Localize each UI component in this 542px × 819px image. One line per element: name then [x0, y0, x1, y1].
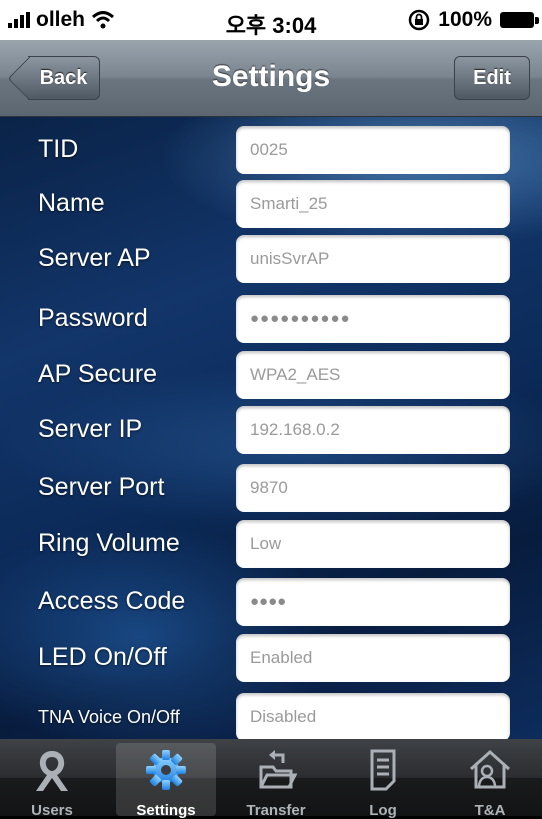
server-ip-label: Server IP	[38, 415, 143, 443]
server-port-field[interactable]: 9870	[236, 464, 510, 512]
setting-row-password: Password ●●●●●●●●●●	[0, 294, 542, 344]
gear-icon	[146, 750, 186, 790]
access-code-label: Access Code	[38, 587, 186, 615]
tab-users[interactable]: Users	[2, 743, 102, 819]
tid-field[interactable]: 0025	[236, 126, 510, 174]
status-bar: olleh 오후 3:04 100%	[0, 0, 542, 40]
tab-users-label: Users	[31, 802, 73, 819]
tab-bar: Users Settings Transfer Log T&A	[0, 739, 542, 819]
tab-log[interactable]: Log	[333, 743, 433, 819]
rotation-lock-icon	[409, 9, 430, 31]
server-port-label: Server Port	[38, 473, 165, 501]
status-right: 100%	[408, 8, 539, 32]
setting-row-ring-volume: Ring Volume Low	[0, 519, 542, 569]
tna-voice-field[interactable]: Disabled	[236, 693, 510, 739]
tab-settings-label: Settings	[136, 802, 196, 819]
home-user-icon	[469, 749, 511, 789]
server-ip-field[interactable]: 192.168.0.2	[236, 406, 510, 454]
folder-transfer-icon	[259, 750, 298, 789]
tna-voice-label: TNA Voice On/Off	[38, 707, 180, 727]
name-label: Name	[38, 189, 105, 217]
tab-transfer-label: Transfer	[246, 802, 306, 819]
tab-log-label: Log	[369, 802, 397, 819]
server-ap-field[interactable]: unisSvrAP	[236, 235, 510, 283]
tid-label: TID	[38, 135, 79, 163]
led-field[interactable]: Enabled	[236, 634, 510, 682]
setting-row-access-code: Access Code ●●●●	[0, 577, 542, 627]
setting-row-name: Name Smarti_25	[0, 179, 542, 229]
setting-row-tid: TID 0025	[0, 125, 542, 175]
password-field[interactable]: ●●●●●●●●●●	[236, 295, 510, 343]
ap-secure-field[interactable]: WPA2_AES	[236, 351, 510, 399]
access-code-field[interactable]: ●●●●	[236, 578, 510, 626]
setting-row-ap-secure: AP Secure WPA2_AES	[0, 350, 542, 400]
tab-ta-label: T&A	[474, 802, 506, 819]
name-field[interactable]: Smarti_25	[236, 180, 510, 228]
edit-button[interactable]: Edit	[454, 56, 530, 100]
setting-row-server-ap: Server AP unisSvrAP	[0, 234, 542, 284]
ring-volume-label: Ring Volume	[38, 529, 180, 557]
ring-volume-field[interactable]: Low	[236, 520, 510, 568]
setting-row-led: LED On/Off Enabled	[0, 633, 542, 683]
back-button-label: Back	[39, 66, 88, 89]
battery-percent: 100%	[438, 8, 492, 31]
tab-transfer[interactable]: Transfer	[226, 743, 326, 819]
server-ap-label: Server AP	[38, 244, 151, 272]
setting-row-server-ip: Server IP 192.168.0.2	[0, 405, 542, 455]
setting-row-tna-voice: TNA Voice On/Off Disabled	[0, 692, 542, 739]
document-icon	[370, 749, 396, 791]
tab-ta[interactable]: T&A	[440, 743, 540, 819]
setting-row-server-port: Server Port 9870	[0, 463, 542, 513]
led-label: LED On/Off	[38, 643, 167, 671]
tab-settings[interactable]: Settings	[116, 743, 216, 819]
password-label: Password	[38, 304, 148, 332]
ap-secure-label: AP Secure	[38, 360, 158, 388]
user-icon	[36, 751, 68, 791]
battery-icon	[500, 12, 539, 28]
navigation-bar: Back Settings Edit	[0, 40, 542, 117]
settings-form: TID 0025 Name Smarti_25 Server AP unisSv…	[0, 117, 542, 739]
